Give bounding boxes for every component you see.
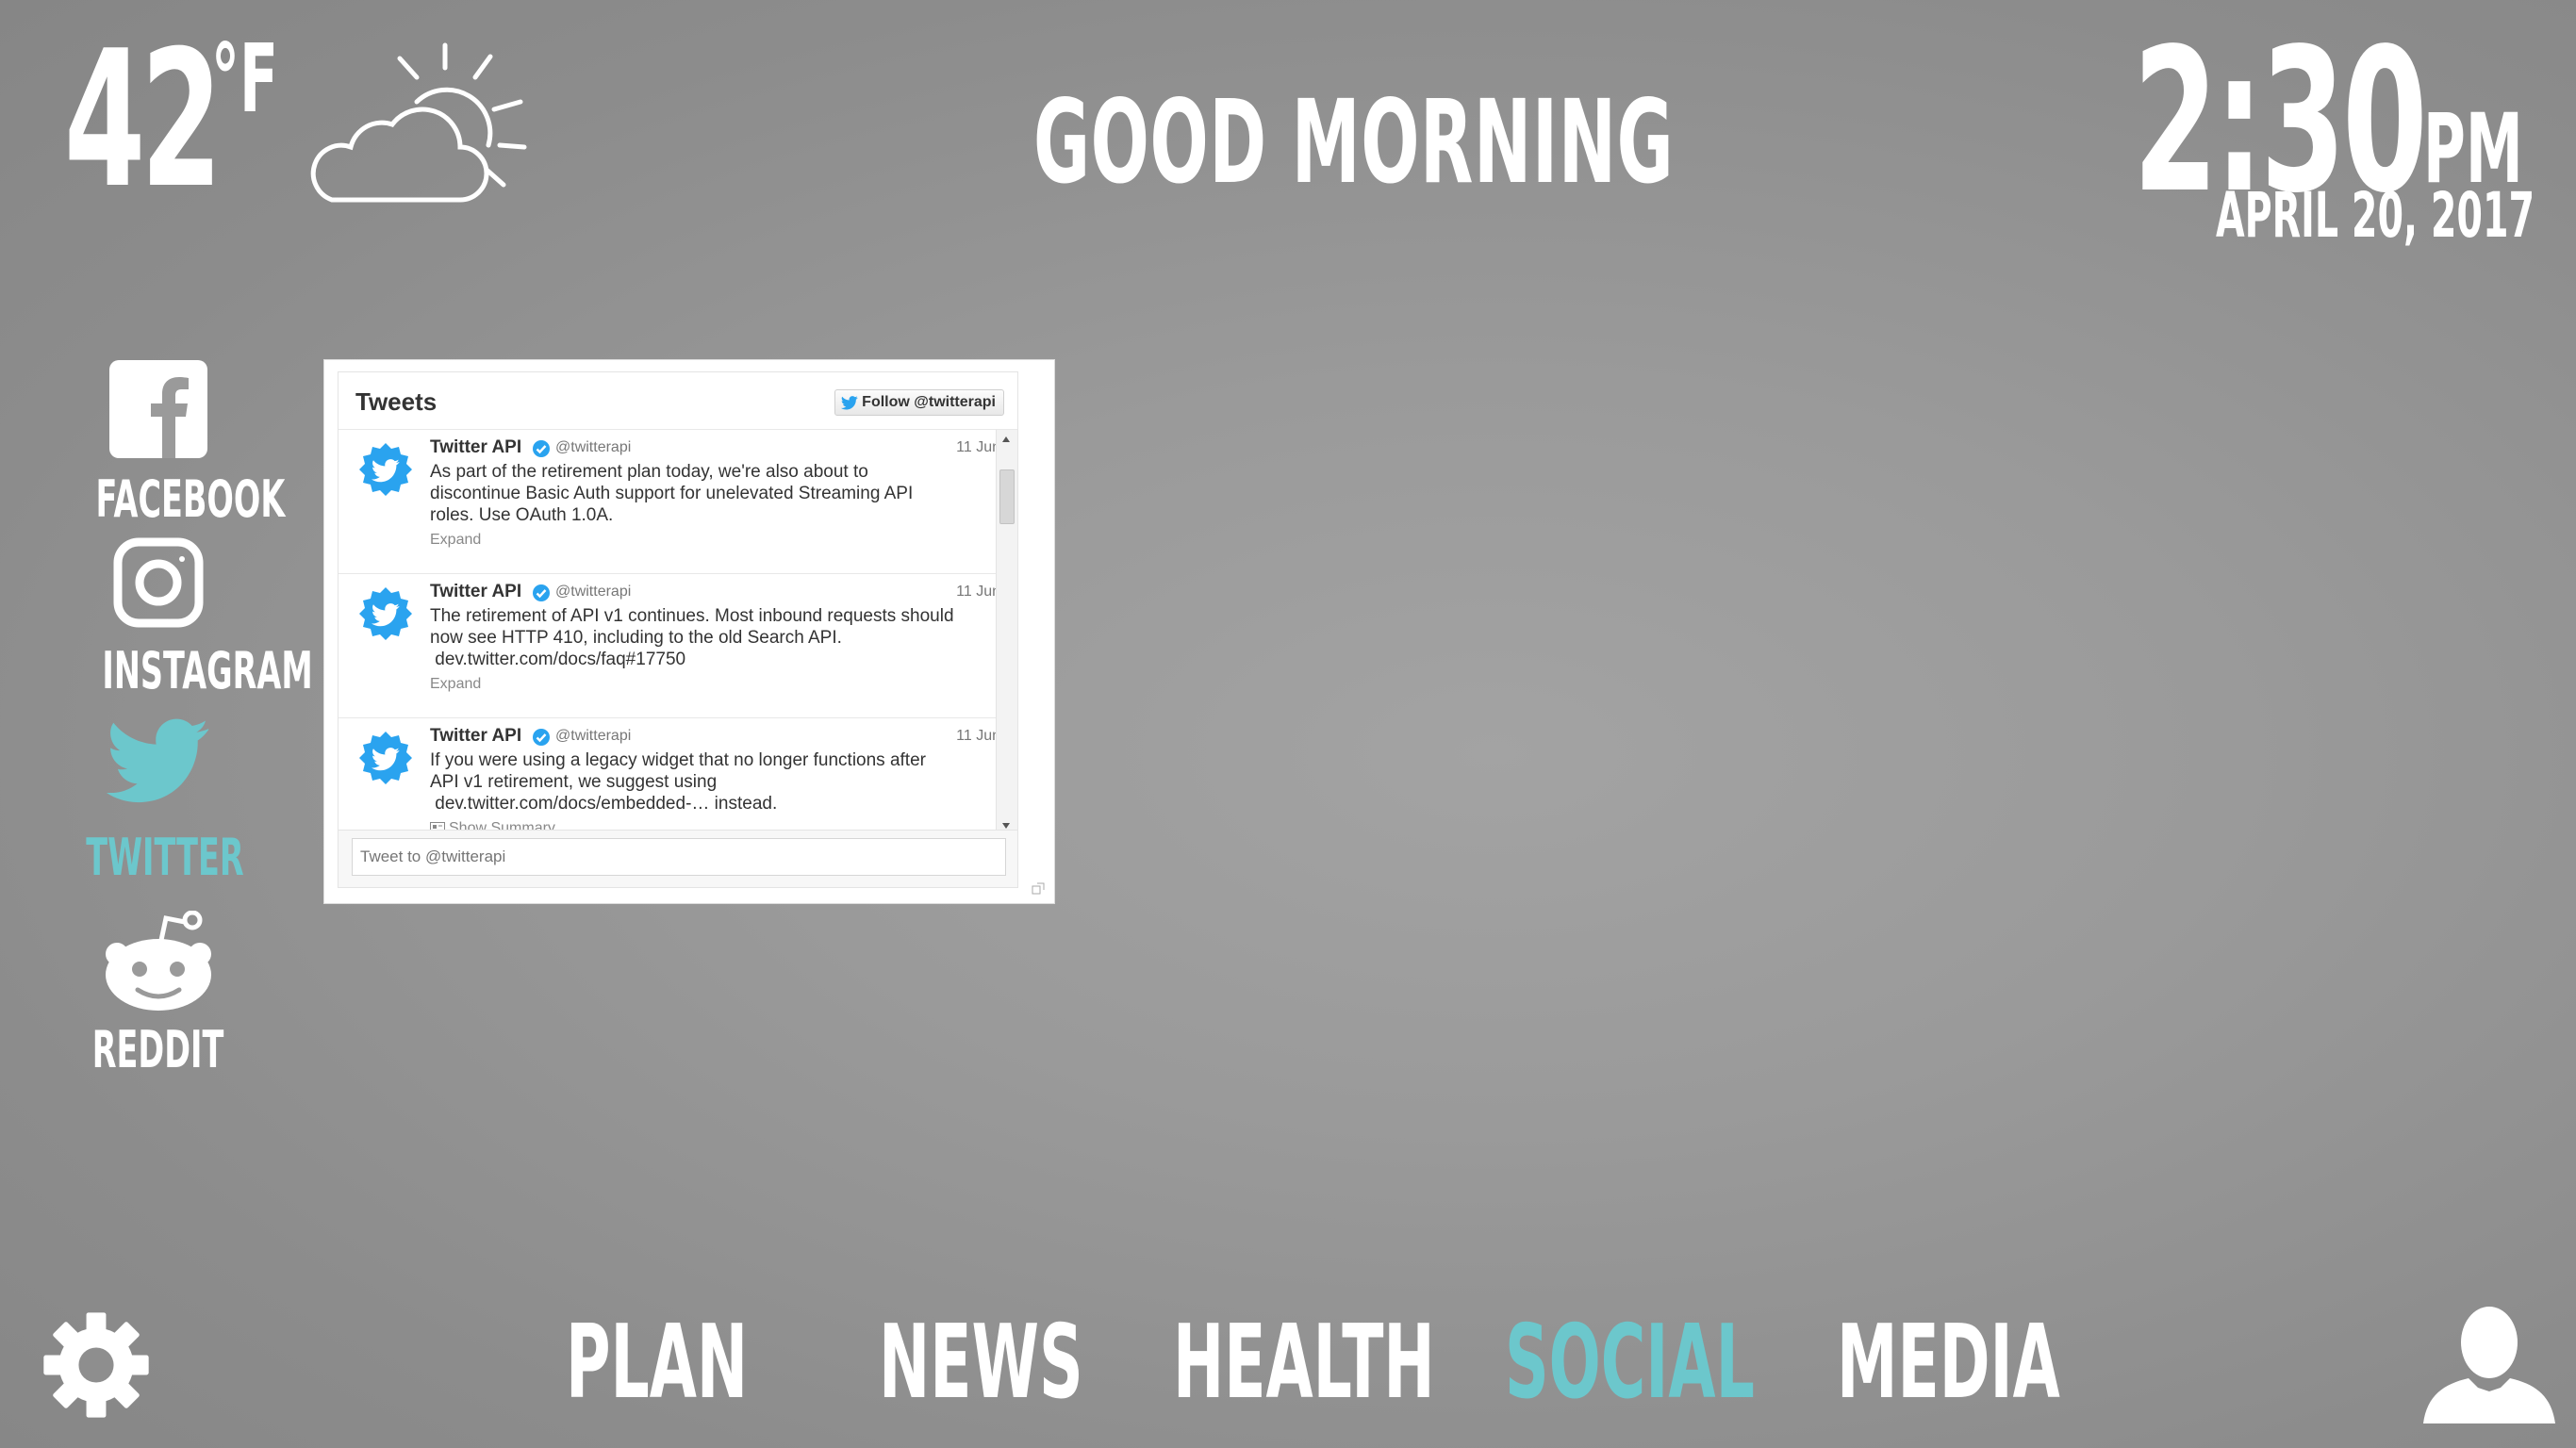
tweet-list[interactable]: Twitter API @twitterapi 11 Jun As part o… (339, 430, 1017, 835)
sidebar-item-twitter[interactable]: TWITTER (38, 718, 279, 888)
facebook-icon (109, 360, 207, 458)
tweet-action-label: Expand (430, 532, 482, 548)
twitter-bird-icon (841, 395, 858, 410)
twitter-timeline-header: Tweets Follow @twitterapi (339, 372, 1017, 430)
nav-tab-label: PLAN (566, 1304, 749, 1422)
sidebar-item-label: REDDIT (92, 1020, 224, 1079)
twitter-timeline-frame: Tweets Follow @twitterapi Twitter API @t… (338, 371, 1018, 888)
tweet-text: The retirement of API v1 continues. Most… (430, 605, 958, 670)
tweet-input[interactable] (352, 838, 1006, 876)
nav-tab-media[interactable]: MEDIA (1837, 1312, 2209, 1414)
tweet-author-name[interactable]: Twitter API (430, 437, 521, 458)
twitter-api-avatar (359, 732, 412, 784)
scroll-up-arrow-icon[interactable] (1001, 436, 1011, 443)
tweet[interactable]: Twitter API @twitterapi 11 Jun If you we… (339, 718, 1017, 835)
tweet[interactable]: Twitter API @twitterapi 11 Jun The retir… (339, 574, 1017, 718)
clock-date: APRIL 20, 2017 (2216, 179, 2535, 252)
tweet-author-name[interactable]: Twitter API (430, 582, 521, 602)
tweet-date[interactable]: 11 Jun (956, 439, 1000, 456)
tweet-author-name[interactable]: Twitter API (430, 726, 521, 747)
sidebar-item-label: FACEBOOK (95, 469, 286, 529)
nav-tab-label: NEWS (879, 1304, 1083, 1422)
tweet-text-suffix: instead. (709, 794, 778, 814)
user-profile-icon[interactable] (2423, 1305, 2555, 1423)
tweet-link[interactable]: dev.twitter.com/docs/faq#17750 (435, 650, 685, 669)
sidebar-item-label: TWITTER (86, 828, 244, 887)
nav-tab-label: MEDIA (1837, 1304, 2060, 1422)
twitter-bird-icon (107, 718, 209, 803)
tweet-author-handle[interactable]: @twitterapi (555, 439, 631, 456)
verified-badge-icon (533, 440, 550, 457)
sidebar-item-instagram[interactable]: INSTAGRAM (38, 537, 313, 707)
tweet[interactable]: Twitter API @twitterapi 11 Jun As part o… (339, 430, 1017, 574)
partly-sunny-cloud-icon (310, 42, 527, 203)
tweet-expand-link[interactable]: Expand (430, 532, 481, 549)
tweet-author-handle[interactable]: @twitterapi (555, 728, 631, 745)
temperature: 42 (64, 10, 223, 230)
scroll-down-arrow-icon[interactable] (1001, 822, 1011, 830)
gear-icon[interactable] (41, 1310, 151, 1420)
tweet-text-body: If you were using a legacy widget that n… (430, 750, 926, 792)
nav-tab-news[interactable]: NEWS (879, 1312, 1219, 1414)
greeting-text: GOOD MORNING (1033, 75, 1675, 209)
tweet-date[interactable]: 11 Jun (956, 584, 1000, 601)
tweet-action-label: Expand (430, 676, 482, 692)
nav-tab-label: SOCIAL (1505, 1304, 1755, 1422)
instagram-icon (113, 537, 204, 628)
tweet-box-footer (339, 830, 1017, 887)
tweet-text: If you were using a legacy widget that n… (430, 749, 958, 814)
sidebar-item-reddit[interactable]: REDDIT (38, 911, 279, 1080)
tweet-link[interactable]: dev.twitter.com/docs/embedded-… (435, 794, 709, 814)
popout-icon[interactable] (1032, 882, 1045, 896)
reddit-icon (106, 911, 211, 1011)
twitter-api-avatar (359, 443, 412, 496)
twitter-api-avatar (359, 587, 412, 640)
tweet-author-handle[interactable]: @twitterapi (555, 584, 631, 601)
verified-badge-icon (533, 584, 550, 601)
follow-button[interactable]: Follow @twitterapi (834, 389, 1004, 416)
tweet-date[interactable]: 11 Jun (956, 728, 1000, 745)
sidebar-item-label: INSTAGRAM (102, 641, 313, 700)
tweet-list-scrollbar[interactable] (996, 430, 1017, 835)
tweet-expand-link[interactable]: Expand (430, 676, 481, 693)
tweet-text: As part of the retirement plan today, we… (430, 462, 914, 525)
temperature-unit: °F (211, 24, 278, 134)
timeline-title: Tweets (355, 387, 438, 416)
nav-tab-plan[interactable]: PLAN (566, 1312, 869, 1414)
nav-tab-label: HEALTH (1173, 1304, 1435, 1422)
tweet-text-body: The retirement of API v1 continues. Most… (430, 606, 954, 648)
follow-button-label: Follow @twitterapi (862, 394, 996, 410)
twitter-timeline-widget: Tweets Follow @twitterapi Twitter API @t… (323, 359, 1055, 904)
sidebar-item-facebook[interactable]: FACEBOOK (38, 360, 285, 530)
scrollbar-thumb[interactable] (999, 469, 1015, 524)
verified-badge-icon (533, 729, 550, 746)
